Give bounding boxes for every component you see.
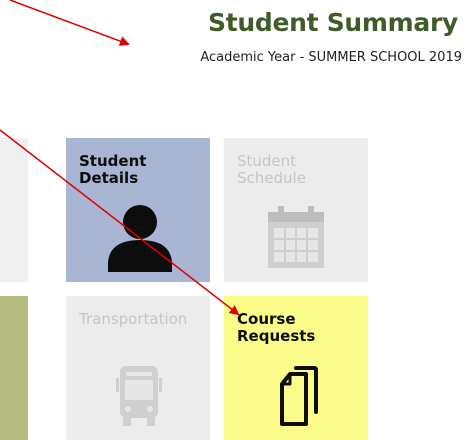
arrow-to-title [9,0,130,46]
annotation-arrows [0,0,240,316]
arrow-to-course-requests [0,129,240,316]
